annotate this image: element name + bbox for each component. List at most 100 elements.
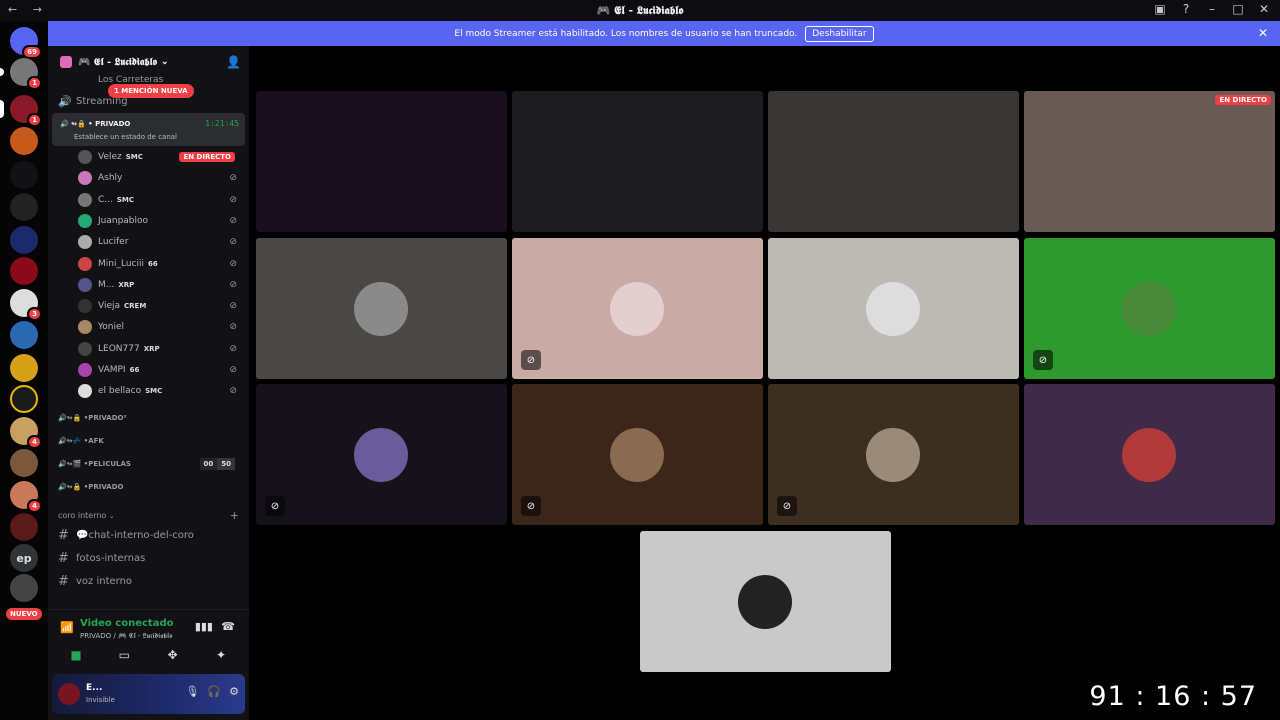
server-icon[interactable]: 1 <box>0 95 42 127</box>
server-icon[interactable] <box>10 354 38 382</box>
voice-member[interactable]: Juanpabloo ⊘ <box>78 211 245 231</box>
member-name: Lucifer <box>98 237 129 247</box>
member-name: Juanpabloo <box>98 216 149 226</box>
voice-member[interactable]: LEON777 XRP ⊘ <box>78 339 245 359</box>
voice-member[interactable]: M... XRP ⊘ <box>78 275 245 295</box>
voice-member[interactable]: C... SMC ⊘ <box>78 190 245 210</box>
server-icon[interactable] <box>10 257 38 285</box>
member-tag: XRP <box>143 345 160 353</box>
participant-tile[interactable] <box>768 238 1019 379</box>
participant-tile[interactable] <box>256 238 507 379</box>
disable-button[interactable]: Deshabilitar <box>805 25 874 42</box>
server-icon[interactable] <box>10 385 38 413</box>
microphone-icon[interactable]: 🎙 <box>185 685 199 698</box>
voice-channel-icon: 🔊 ↬🔒 • PRIVADO <box>60 120 131 128</box>
video-tile[interactable] <box>512 91 763 232</box>
add-channel-icon[interactable]: + <box>230 509 239 522</box>
hash-icon: # <box>58 550 69 566</box>
server-icon[interactable] <box>10 574 38 602</box>
server-icon-ep[interactable]: ep <box>10 544 38 572</box>
voice-channel[interactable]: 🔊 ↬🎬 • PELICULAS 00 50 <box>58 454 245 474</box>
hash-icon: # <box>58 527 69 543</box>
settings-icon[interactable]: ⚙ <box>229 685 239 698</box>
server-icon[interactable]: 4 <box>10 417 42 449</box>
live-badge: EN DIRECTO <box>179 152 235 162</box>
voice-member[interactable]: Velez SMC EN DIRECTO <box>78 147 245 167</box>
server-icon[interactable]: 3 <box>10 289 42 321</box>
server-icon[interactable] <box>10 449 38 477</box>
speaker-icon: 🔊 <box>58 483 67 491</box>
window-controls: ▣ ? – □ ✕ <box>1152 2 1272 16</box>
text-channel[interactable]: # voz interno <box>58 571 245 591</box>
voice-channel[interactable]: 🔊 ↬🔒 • PRIVADO <box>58 477 245 497</box>
participant-tile[interactable]: ⊘ <box>512 238 763 379</box>
text-channel[interactable]: # 💬chat-interno-del-coro <box>58 525 245 545</box>
voice-channel[interactable]: 🔊 ↬🔒 • PRIVADO² <box>58 408 245 428</box>
participant-tile[interactable]: ⊘ <box>768 384 1019 525</box>
voice-member[interactable]: Yoniel ⊘ <box>78 317 245 337</box>
participant-tile[interactable] <box>640 531 891 672</box>
speaker-icon: 🔊 <box>58 94 72 108</box>
server-icon[interactable] <box>10 193 38 221</box>
video-tile[interactable]: EN DIRECTO <box>1024 91 1275 232</box>
video-grid: EN DIRECTO ⊘ ⊘ ⊘ ⊘ ⊘ <box>249 46 1280 720</box>
voice-member[interactable]: Lucifer ⊘ <box>78 232 245 252</box>
voice-member[interactable]: Mini_Luciii 66 ⊘ <box>78 254 245 274</box>
server-icon[interactable] <box>10 321 38 349</box>
voice-member[interactable]: Ashly ⊘ <box>78 168 245 188</box>
folder-icon[interactable] <box>10 161 38 189</box>
camera-icon[interactable]: ■ <box>56 648 96 662</box>
member-name: VAMPI <box>98 365 126 375</box>
noise-suppression-icon[interactable]: ▮▮▮ <box>195 620 213 633</box>
mute-icon: ⊘ <box>229 301 237 311</box>
server-icon[interactable]: 4 <box>10 481 42 513</box>
server-icon[interactable]: 1 <box>0 58 42 90</box>
avatar <box>78 150 92 164</box>
server-icon[interactable] <box>10 513 38 541</box>
help-icon[interactable]: ? <box>1178 2 1194 16</box>
avatar <box>354 282 408 336</box>
soundboard-icon[interactable]: ✦ <box>201 648 241 662</box>
maximize-icon[interactable]: □ <box>1230 2 1246 16</box>
mention-badge[interactable]: 1 MENCIÓN NUEVA <box>108 84 194 98</box>
mute-icon: ⊘ <box>229 386 237 396</box>
avatar <box>354 428 408 482</box>
signal-icon[interactable]: 📶 <box>60 621 74 634</box>
home-button[interactable]: 69 <box>10 27 42 59</box>
avatar <box>610 282 664 336</box>
close-icon[interactable]: ✕ <box>1258 26 1268 40</box>
channel-status[interactable]: Establece un estado de canal <box>74 133 177 141</box>
voice-connection-panel: 📶 Video conectado PRIVADO / 🎮 𝕰𝖑 - 𝕷𝖚𝖈𝖎𝖉… <box>48 609 249 673</box>
server-icon[interactable] <box>10 226 38 254</box>
server-icon[interactable] <box>10 127 38 155</box>
text-channel[interactable]: # fotos-internas <box>58 548 245 568</box>
member-name: Vieja <box>98 301 121 311</box>
category-coro-interno[interactable]: coro interno ⌄ + <box>58 509 245 522</box>
activities-icon[interactable]: ✥ <box>153 648 193 662</box>
close-icon[interactable]: ✕ <box>1256 2 1272 16</box>
voice-member[interactable]: Vieja CREM ⊘ <box>78 296 245 316</box>
video-tile[interactable] <box>768 91 1019 232</box>
avatar[interactable] <box>58 683 80 705</box>
member-name: el bellaco <box>98 386 142 396</box>
active-voice-channel[interactable]: 🔊 ↬🔒 • PRIVADO 1:21:45 Establece un esta… <box>52 113 245 146</box>
screen-share-icon[interactable]: ▭ <box>104 648 144 662</box>
avatar <box>610 428 664 482</box>
disconnect-icon[interactable]: ☎ <box>221 620 235 633</box>
voice-member[interactable]: VAMPI 66 ⊘ <box>78 360 245 380</box>
voice-location[interactable]: PRIVADO / 🎮 𝕰𝖑 - 𝕷𝖚𝖈𝖎𝖉𝖎𝖆𝖇𝖑𝖔 <box>80 632 172 641</box>
minimize-icon[interactable]: – <box>1204 2 1220 16</box>
invite-icon[interactable]: 👤 <box>226 55 241 69</box>
voice-member[interactable]: el bellaco SMC ⊘ <box>78 381 245 401</box>
inbox-icon[interactable]: ▣ <box>1152 2 1168 16</box>
participant-tile[interactable]: ⊘ <box>512 384 763 525</box>
member-tag: XRP <box>118 281 135 289</box>
participant-tile[interactable] <box>1024 384 1275 525</box>
participant-tile[interactable]: ⊘ <box>1024 238 1275 379</box>
video-tile[interactable] <box>256 91 507 232</box>
guild-icon <box>60 56 72 68</box>
username[interactable]: E... <box>86 683 102 693</box>
headphones-icon[interactable]: 🎧 <box>207 685 221 698</box>
participant-tile[interactable]: ⊘ <box>256 384 507 525</box>
voice-channel[interactable]: 🔊 ↬💤 • AFK <box>58 431 245 451</box>
